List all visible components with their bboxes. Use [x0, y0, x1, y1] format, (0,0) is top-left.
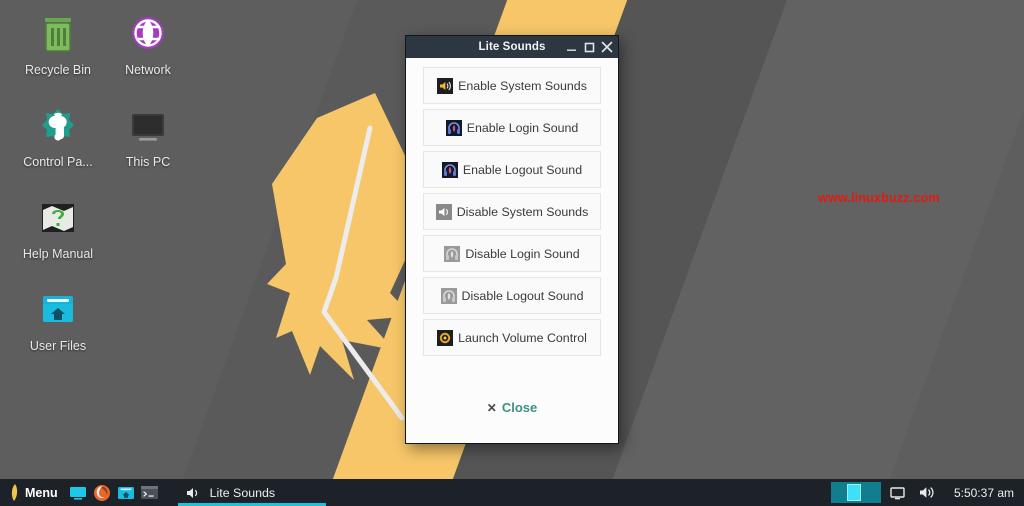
- start-menu-button[interactable]: Menu: [0, 479, 66, 506]
- display-icon: [890, 486, 906, 499]
- site-watermark: www.linuxbuzz.com: [818, 191, 940, 205]
- task-button-lite-sounds[interactable]: Lite Sounds: [177, 479, 326, 506]
- lite-sounds-window[interactable]: Lite Sounds Enable System Sounds Enable …: [405, 35, 619, 444]
- volume-knob-gold-icon: [437, 329, 454, 346]
- desktop: www.linuxbuzz.com Recycle Bin Network Co…: [0, 0, 1024, 506]
- launcher-terminal[interactable]: [138, 479, 162, 506]
- tray-volume-button[interactable]: [914, 479, 940, 506]
- display-settings-icon: [69, 486, 86, 500]
- desktop-icon-label: User Files: [29, 339, 87, 353]
- desktop-icon-user-files[interactable]: User Files: [12, 290, 104, 353]
- firefox-icon: [93, 484, 110, 501]
- feather-menu-icon: [11, 483, 18, 501]
- trash-icon: [45, 18, 71, 52]
- tray-display-button[interactable]: [885, 479, 911, 506]
- desktop-icon-this-pc[interactable]: This PC: [102, 106, 194, 169]
- enable-logout-sound-button[interactable]: Enable Logout Sound: [423, 151, 601, 188]
- close-action-button[interactable]: ✕ Close: [423, 400, 601, 443]
- close-label: Close: [501, 400, 538, 415]
- desktop-icon-help-manual[interactable]: Help Manual: [12, 198, 104, 261]
- maximize-icon: [584, 42, 594, 52]
- home-folder-icon: [43, 296, 73, 322]
- map-help-icon: [42, 204, 74, 232]
- taskbar: Menu Lite Sounds 5:50:37 am: [0, 479, 1024, 506]
- desktop-icon-recycle-bin[interactable]: Recycle Bin: [12, 14, 104, 77]
- desktop-icon-network[interactable]: Network: [102, 14, 194, 77]
- workspace-window-indicator: [846, 484, 861, 501]
- disable-login-sound-button[interactable]: Disable Login Sound: [423, 235, 601, 272]
- launch-volume-control-button[interactable]: Launch Volume Control: [423, 319, 601, 356]
- wrench-gear-icon: [42, 109, 74, 141]
- volume-icon: [919, 487, 934, 498]
- desktop-icon-label: Recycle Bin: [25, 63, 91, 77]
- desktop-icon-label: This PC: [125, 155, 171, 169]
- terminal-icon: [141, 486, 159, 499]
- button-label: Enable System Sounds: [458, 78, 587, 93]
- minimize-icon: [566, 49, 576, 51]
- enable-system-sounds-button[interactable]: Enable System Sounds: [423, 67, 601, 104]
- headphones-grey-icon: [440, 287, 457, 304]
- disable-logout-sound-button[interactable]: Disable Logout Sound: [423, 277, 601, 314]
- desktop-icon-label: Help Manual: [22, 247, 94, 261]
- button-label: Enable Logout Sound: [462, 162, 583, 177]
- close-icon: [601, 41, 613, 53]
- globe-icon: [132, 17, 164, 49]
- headphones-grey-icon: [444, 245, 461, 262]
- close-button[interactable]: [598, 37, 616, 57]
- button-label: Enable Login Sound: [466, 120, 579, 135]
- desktop-icon-label: Control Pa...: [23, 155, 93, 169]
- workspace-switcher[interactable]: [830, 482, 881, 503]
- button-label: Disable System Sounds: [456, 204, 589, 219]
- clock[interactable]: 5:50:37 am: [948, 486, 1024, 500]
- window-titlebar[interactable]: Lite Sounds: [406, 36, 618, 58]
- task-button-label: Lite Sounds: [209, 485, 276, 500]
- taskbar-left: Menu Lite Sounds: [0, 479, 326, 506]
- headphones-color-icon: [445, 119, 462, 136]
- minimize-button[interactable]: [562, 37, 580, 57]
- button-label: Launch Volume Control: [458, 330, 587, 345]
- start-menu-label: Menu: [25, 485, 58, 500]
- enable-login-sound-button[interactable]: Enable Login Sound: [423, 109, 601, 146]
- system-tray: [885, 479, 948, 506]
- file-manager-icon: [117, 486, 134, 499]
- launcher-display-settings[interactable]: [66, 479, 90, 506]
- headphones-color-icon: [441, 161, 458, 178]
- speaker-grey-icon: [435, 203, 452, 220]
- dialog-body: Enable System Sounds Enable Login Sound: [406, 58, 618, 443]
- close-x-icon: ✕: [486, 400, 497, 415]
- feather-logo-icon: [267, 93, 412, 421]
- monitor-icon: [132, 114, 164, 141]
- maximize-button[interactable]: [580, 37, 598, 57]
- launcher-file-manager[interactable]: [114, 479, 138, 506]
- button-label: Disable Login Sound: [465, 246, 580, 261]
- desktop-icon-control-panel[interactable]: Control Pa...: [12, 106, 104, 169]
- speaker-icon: [186, 487, 197, 498]
- window-title: Lite Sounds: [478, 41, 546, 53]
- disable-system-sounds-button[interactable]: Disable System Sounds: [423, 193, 601, 230]
- button-label: Disable Logout Sound: [461, 288, 584, 303]
- launcher-firefox[interactable]: [90, 479, 114, 506]
- speaker-on-gold-icon: [437, 77, 454, 94]
- desktop-icon-label: Network: [125, 63, 171, 77]
